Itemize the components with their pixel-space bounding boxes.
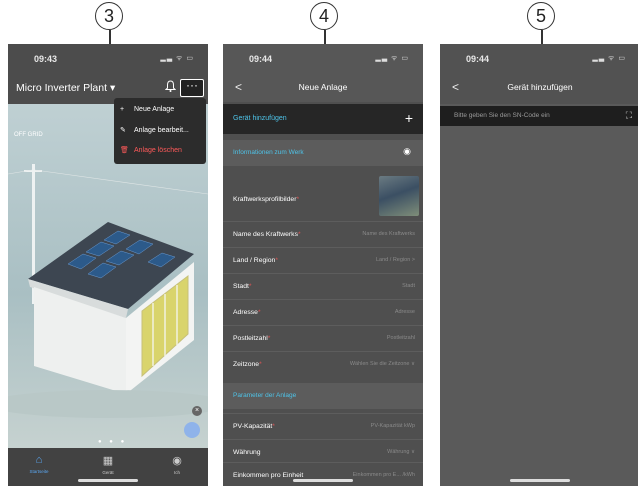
device-icon: ▦ [102, 455, 114, 467]
field-placeholder: Währung ∨ [387, 449, 415, 455]
location-icon[interactable]: ◉ [403, 146, 411, 157]
menu-item-new-plant[interactable]: + Neue Anlage [120, 106, 174, 113]
field-country-region[interactable]: Land / Region* Land / Region > [223, 247, 423, 274]
trash-icon: 🗑 [120, 147, 129, 154]
status-time: 09:43 [34, 54, 58, 64]
field-label: Kraftwerksprofilbilder* [233, 196, 300, 203]
edit-icon: ✎ [120, 127, 126, 134]
person-icon: ◉ [172, 455, 182, 467]
plant-selector[interactable]: Micro Inverter Plant ▾ [16, 82, 115, 94]
field-placeholder: Postleitzahl [386, 335, 415, 341]
status-time: 09:44 [249, 54, 273, 64]
home-indicator [510, 479, 570, 482]
tab-me[interactable]: ◉ Ich [152, 454, 202, 475]
field-placeholder: Land / Region > [376, 257, 415, 263]
step-marker-4: 4 [310, 2, 338, 30]
assistant-button[interactable] [184, 422, 200, 438]
field-placeholder: Name des Kraftwerks [362, 231, 415, 237]
field-label: Name des Kraftwerks* [233, 231, 301, 238]
field-income-per-unit[interactable]: Einkommen pro Einheit Einkommen pro E...… [223, 462, 423, 486]
sn-code-placeholder: Bitte geben Sie den SN-Code ein [454, 112, 550, 119]
section-title: Informationen zum Werk [233, 149, 304, 156]
field-label: Währung [233, 449, 261, 456]
menu-item-label: Anlage bearbeit... [134, 127, 189, 134]
menu-item-label: Neue Anlage [134, 106, 175, 113]
tab-device[interactable]: ▦ Gerät [83, 454, 133, 475]
section-title: Parameter der Anlage [233, 392, 297, 399]
field-label: Einkommen pro Einheit [233, 472, 304, 479]
bell-icon[interactable] [164, 80, 177, 95]
phone-screen-home: 09:43 ▂▃ ᯤ ▭ Micro Inverter Plant ▾ ··· [8, 44, 208, 486]
off-grid-label: OFF GRID [14, 132, 43, 138]
section-plant-info: Informationen zum Werk ◉ [223, 140, 423, 166]
plus-icon: + [120, 106, 125, 113]
status-icons: ▂▃ ᯤ ▭ [375, 55, 409, 62]
field-placeholder: PV-Kapazität kWp [370, 423, 415, 429]
menu-item-label: Anlage löschen [134, 147, 182, 154]
phone-screen-add-device: 09:44 ▂▃ ᯤ ▭ < Gerät hinzufügen Bitte ge… [440, 44, 638, 486]
page-title: Gerät hinzufügen [507, 82, 573, 92]
home-indicator [78, 479, 138, 482]
field-placeholder: Wählen Sie die Zeitzone ∨ [349, 361, 415, 367]
field-timezone[interactable]: Zeitzone* Wählen Sie die Zeitzone ∨ [223, 351, 423, 378]
plus-icon[interactable]: + [405, 110, 413, 126]
menu-item-delete-plant[interactable]: 🗑 Anlage löschen [120, 146, 182, 154]
field-label: Postleitzahl* [233, 335, 271, 342]
status-bar: 09:44 ▂▃ ᯤ ▭ [440, 44, 638, 70]
tab-label: Startseite [29, 469, 49, 474]
section-plant-params: Parameter der Anlage [223, 383, 423, 409]
tab-label: Ich [173, 470, 180, 475]
add-device-label: Gerät hinzufügen [233, 115, 287, 122]
step-marker-5: 5 [527, 2, 555, 30]
add-device-row[interactable]: Gerät hinzufügen + [223, 104, 423, 134]
status-bar: 09:43 ▂▃ ᯤ ▭ [8, 44, 208, 70]
scan-icon[interactable]: ⛶ [626, 110, 632, 121]
home-icon: ⌂ [35, 454, 43, 466]
step-marker-3: 3 [95, 2, 123, 30]
more-dropdown-menu: + Neue Anlage ✎ Anlage bearbeit... 🗑 Anlage… [114, 98, 206, 164]
plant-image-thumbnail[interactable] [379, 176, 419, 216]
field-label: Land / Region* [233, 257, 278, 264]
field-plant-name[interactable]: Name des Kraftwerks* Name des Kraftwerks [223, 221, 423, 248]
step-stem-3 [109, 30, 111, 44]
field-placeholder: Stadt [402, 283, 415, 289]
field-address[interactable]: Adresse* Adresse [223, 299, 423, 326]
page-title: Neue Anlage [298, 82, 348, 92]
field-placeholder: Adresse [394, 309, 415, 315]
field-city[interactable]: Stadt* Stadt [223, 273, 423, 300]
tab-home[interactable]: ⌂ Startseite [14, 454, 64, 474]
close-icon[interactable]: × [192, 406, 202, 416]
status-time: 09:44 [466, 54, 490, 64]
sn-code-input[interactable]: Bitte geben Sie den SN-Code ein ⛶ [440, 106, 638, 126]
status-icons: ▂▃ ᯤ ▭ [592, 55, 626, 62]
field-pv-capacity[interactable]: PV-Kapazität* PV-Kapazität kWp [223, 413, 423, 440]
status-bar: 09:44 ▂▃ ᯤ ▭ [223, 44, 423, 70]
tab-label: Gerät [102, 470, 114, 475]
menu-item-edit-plant[interactable]: ✎ Anlage bearbeit... [120, 126, 189, 134]
field-label: Adresse* [233, 309, 261, 316]
home-indicator [293, 479, 353, 482]
step-stem-5 [541, 30, 543, 44]
field-label: Stadt* [233, 283, 252, 290]
field-postcode[interactable]: Postleitzahl* Postleitzahl [223, 325, 423, 352]
status-icons: ▂▃ ᯤ ▭ [160, 55, 194, 62]
field-label: Zeitzone* [233, 361, 262, 368]
step-stem-4 [324, 30, 326, 44]
more-menu-button[interactable]: ··· [180, 79, 204, 97]
phone-screen-new-plant: 09:44 ▂▃ ᯤ ▭ < Neue Anlage Gerät hinzufü… [223, 44, 423, 486]
page-indicator: ● ● ● [98, 439, 128, 445]
field-label: PV-Kapazität* [233, 423, 275, 430]
field-placeholder: Einkommen pro E... /kWh [352, 472, 415, 478]
